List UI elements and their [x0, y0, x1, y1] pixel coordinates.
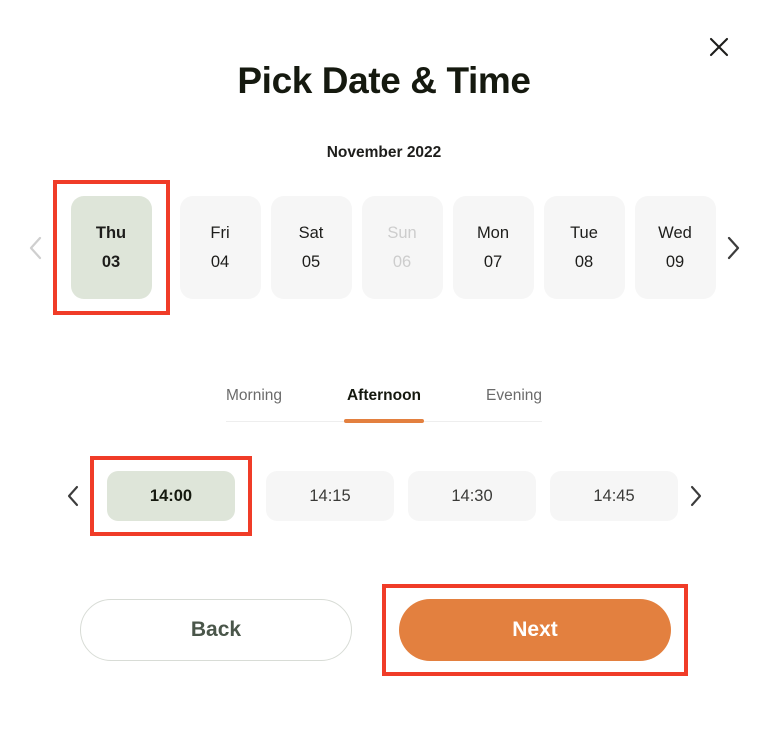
- chevron-right-icon[interactable]: [678, 466, 712, 526]
- chevron-right-icon[interactable]: [716, 218, 750, 278]
- annotation-box-selected-date: Thu 03: [52, 180, 170, 315]
- date-card: Sun 06: [361, 196, 443, 299]
- annotation-box-selected-time: 14:00: [90, 456, 252, 536]
- back-button[interactable]: Back: [80, 599, 352, 661]
- tab-afternoon[interactable]: Afternoon: [343, 387, 425, 423]
- time-slot[interactable]: 14:45: [550, 471, 678, 521]
- pick-date-time-dialog: Pick Date & Time November 2022 Thu 03 Fr…: [0, 0, 768, 735]
- date-card[interactable]: Wed 09: [634, 196, 716, 299]
- next-button[interactable]: Next: [399, 599, 671, 661]
- close-icon[interactable]: [704, 32, 734, 62]
- tab-evening[interactable]: Evening: [486, 387, 542, 421]
- chevron-left-icon[interactable]: [56, 466, 90, 526]
- date-card-weekday: Fri: [210, 224, 230, 242]
- time-slot[interactable]: 14:30: [408, 471, 536, 521]
- period-tab-list: Morning Afternoon Evening: [226, 387, 542, 423]
- date-card[interactable]: Tue 08: [543, 196, 625, 299]
- time-picker: 14:00 14:15 14:30 14:45: [0, 456, 768, 536]
- date-card-weekday: Wed: [658, 224, 692, 242]
- date-card[interactable]: Thu 03: [70, 196, 152, 299]
- date-card-day: 04: [210, 252, 230, 271]
- month-label: November 2022: [326, 144, 442, 161]
- date-card[interactable]: Mon 07: [452, 196, 534, 299]
- date-card[interactable]: Fri 04: [179, 196, 261, 299]
- date-card-weekday: Thu: [95, 224, 127, 242]
- date-card-day: 07: [483, 252, 503, 271]
- date-card-weekday: Sun: [387, 224, 417, 242]
- date-card-day: 08: [574, 252, 594, 271]
- dialog-footer: Back Next: [0, 584, 768, 676]
- time-slot-list: 14:00 14:15 14:30 14:45: [90, 456, 678, 536]
- date-card-weekday: Sat: [298, 224, 324, 242]
- time-slot[interactable]: 14:15: [266, 471, 394, 521]
- annotation-box-next-button: Next: [382, 584, 688, 676]
- date-picker: Thu 03 Fri 04 Sat 05 Sun 06 Mon 07 Tue 0…: [0, 180, 768, 315]
- date-card-day: 05: [301, 252, 321, 271]
- date-card-list: Thu 03 Fri 04 Sat 05 Sun 06 Mon 07 Tue 0…: [52, 180, 716, 315]
- period-tabs: Morning Afternoon Evening: [0, 387, 768, 423]
- chevron-left-icon[interactable]: [19, 218, 53, 278]
- tab-morning[interactable]: Morning: [226, 387, 282, 421]
- page-title: Pick Date & Time: [237, 60, 531, 101]
- time-slot[interactable]: 14:00: [107, 471, 235, 521]
- date-card-weekday: Mon: [476, 224, 510, 242]
- date-card-day: 06: [392, 252, 412, 271]
- date-card-day: 09: [665, 252, 685, 271]
- date-card-weekday: Tue: [570, 224, 598, 242]
- date-card-day: 03: [101, 252, 121, 271]
- date-card[interactable]: Sat 05: [270, 196, 352, 299]
